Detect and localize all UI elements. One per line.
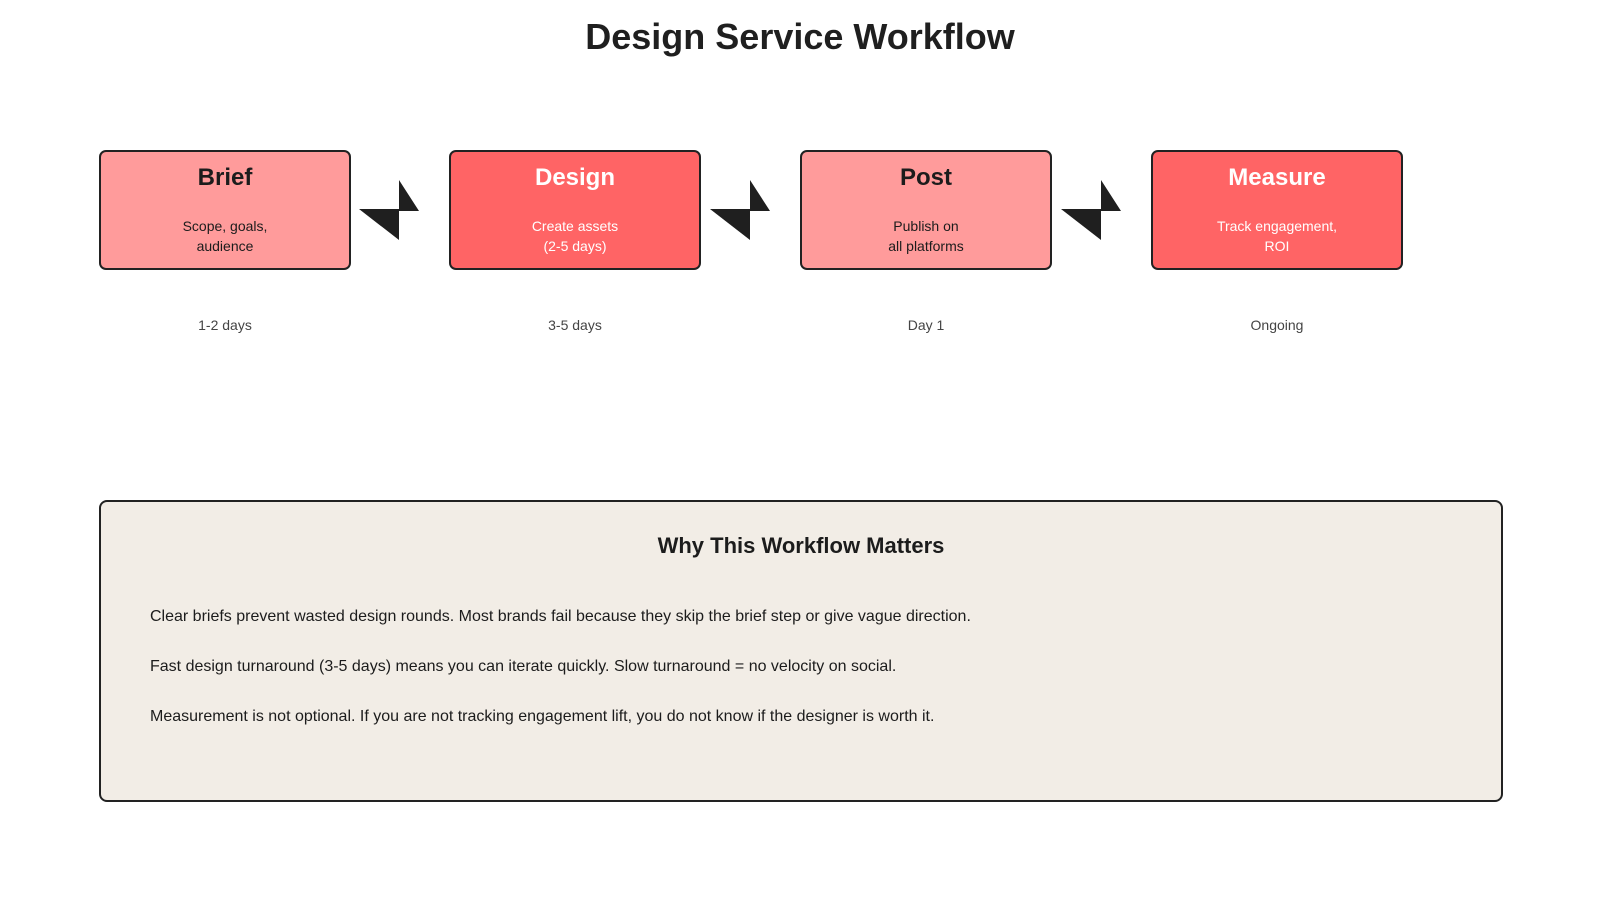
step-title: Measure <box>1228 164 1326 191</box>
step-card-design: Design Create assets (2-5 days) <box>449 150 701 270</box>
step-duration: 3-5 days <box>548 317 602 333</box>
step-title: Design <box>534 164 615 191</box>
step-title: Post <box>899 164 952 191</box>
arrow-icon <box>710 180 770 240</box>
step-description: Scope, goals, audience <box>182 218 268 254</box>
page-title: Design Service Workflow <box>585 16 1015 57</box>
step-description: Publish on all platforms <box>888 218 964 254</box>
step-description: Create assets (2-5 days) <box>531 218 619 254</box>
step-description: Track engagement, ROI <box>1216 218 1338 254</box>
step-card-post: Post Publish on all platforms <box>800 150 1052 270</box>
step-duration: Day 1 <box>907 317 945 333</box>
info-panel: Why This Workflow Matters Clear briefs p… <box>99 500 1503 802</box>
step-duration: Ongoing <box>1250 317 1304 333</box>
step-title: Brief <box>197 164 253 191</box>
panel-point: Fast design turnaround (3-5 days) means … <box>150 658 897 675</box>
panel-title: Why This Workflow Matters <box>657 533 945 558</box>
step-duration: 1-2 days <box>198 317 252 333</box>
step-card-brief: Brief Scope, goals, audience <box>99 150 351 270</box>
panel-point: Measurement is not optional. If you are … <box>150 708 935 725</box>
arrow-icon <box>359 180 419 240</box>
step-card-measure: Measure Track engagement, ROI <box>1151 150 1403 270</box>
arrow-icon <box>1061 180 1121 240</box>
panel-point: Clear briefs prevent wasted design round… <box>150 608 971 625</box>
